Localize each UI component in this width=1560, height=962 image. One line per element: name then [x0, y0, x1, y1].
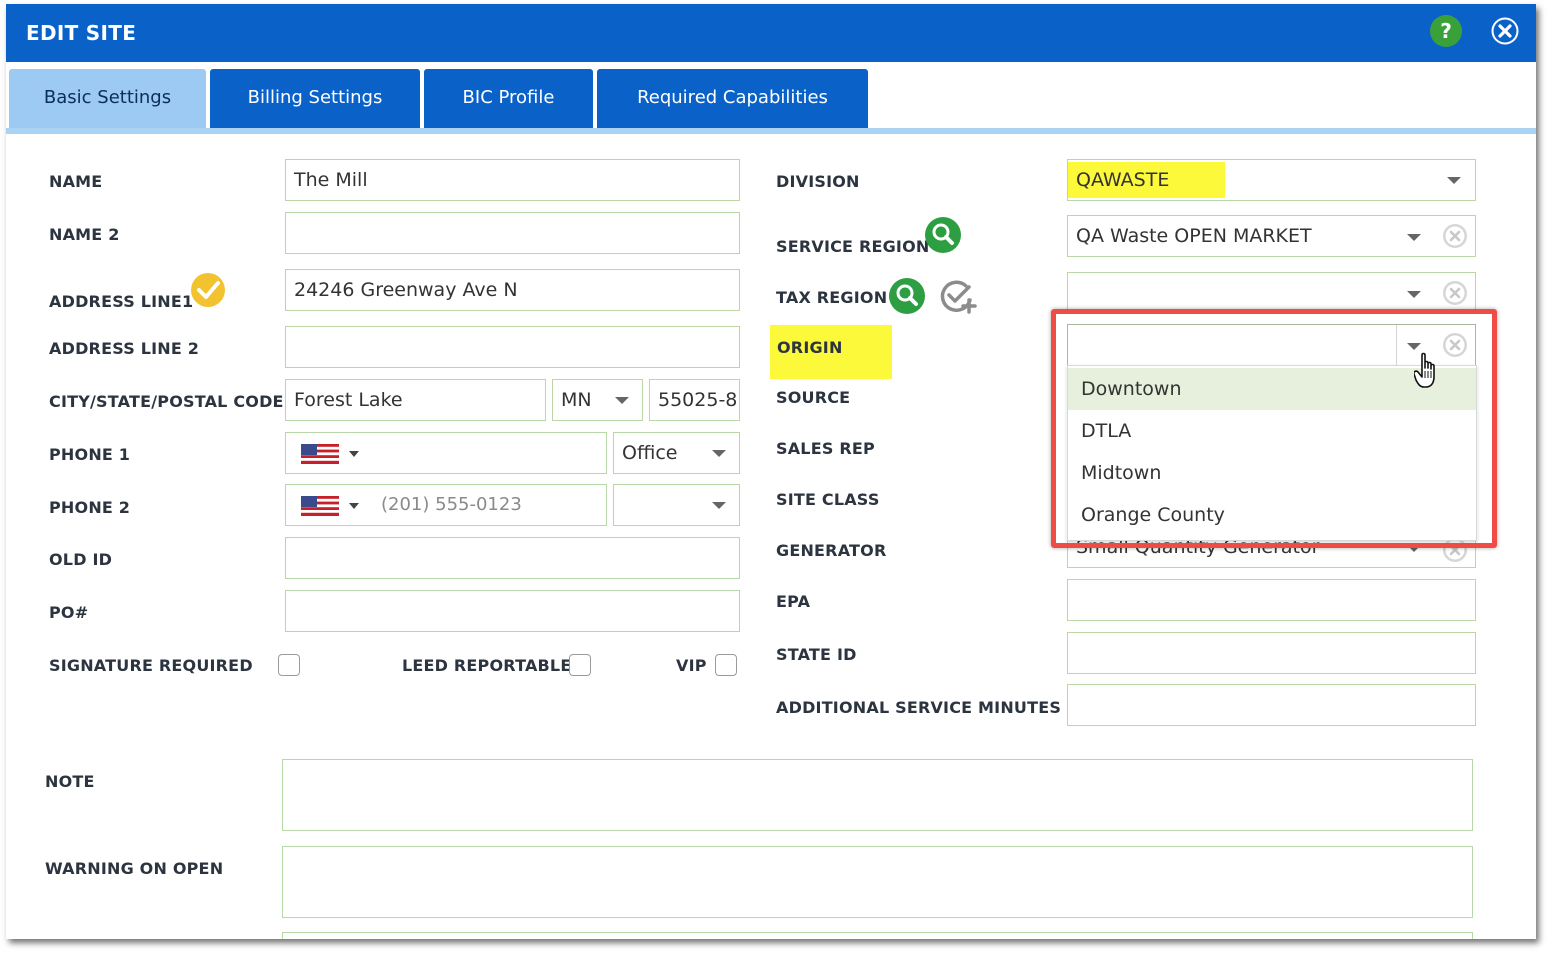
us-flag-icon: [301, 444, 339, 464]
state-id-label: STATE ID: [776, 645, 857, 664]
note-label: NOTE: [45, 772, 95, 791]
clear-icon[interactable]: [1442, 223, 1468, 249]
callout-highlight-box: [1051, 309, 1497, 548]
chevron-down-icon: [712, 502, 726, 509]
address2-label: ADDRESS LINE 2: [49, 339, 200, 358]
address1-input[interactable]: 24246 Greenway Ave N: [285, 269, 740, 311]
phone1-type-select[interactable]: Office: [613, 432, 740, 474]
phone1-type-value: Office: [622, 442, 678, 464]
signature-required-checkbox[interactable]: [278, 654, 300, 676]
city-input[interactable]: Forest Lake: [285, 379, 546, 421]
source-label: SOURCE: [776, 388, 851, 407]
clear-icon[interactable]: [1442, 280, 1468, 306]
dialog-title: EDIT SITE: [26, 21, 137, 45]
tab-bar: Basic Settings Billing Settings BIC Prof…: [6, 62, 1536, 134]
chevron-down-icon: [1447, 177, 1461, 184]
chevron-down-icon: [1407, 291, 1421, 298]
chevron-down-icon: [712, 450, 726, 457]
phone2-input[interactable]: (201) 555-0123: [285, 484, 607, 526]
po-label: PO#: [49, 603, 89, 622]
city-state-zip-label: CITY/STATE/POSTAL CODE: [49, 392, 284, 411]
next-field-edge: [282, 932, 1473, 939]
checkmark-icon: [191, 273, 225, 307]
search-icon[interactable]: [888, 277, 926, 315]
site-class-label: SITE CLASS: [776, 490, 880, 509]
epa-label: EPA: [776, 592, 811, 611]
tax-region-select[interactable]: [1067, 272, 1476, 314]
state-id-input[interactable]: [1067, 632, 1476, 674]
state-value: MN: [561, 389, 592, 411]
division-value: QAWASTE: [1068, 162, 1225, 198]
state-select[interactable]: MN: [552, 379, 643, 421]
tab-billing-settings[interactable]: Billing Settings: [210, 69, 420, 128]
phone1-label: PHONE 1: [49, 445, 131, 464]
vip-label: VIP: [676, 656, 707, 675]
vip-checkbox[interactable]: [715, 654, 737, 676]
note-textarea[interactable]: [282, 759, 1473, 831]
po-input[interactable]: [285, 590, 740, 632]
signature-required-label: SIGNATURE REQUIRED: [49, 656, 253, 675]
chevron-down-icon[interactable]: [349, 503, 359, 509]
name2-input[interactable]: [285, 212, 740, 254]
name2-label: NAME 2: [49, 225, 120, 244]
service-region-label: SERVICE REGION: [776, 237, 930, 256]
division-label: DIVISION: [776, 172, 860, 191]
address2-input[interactable]: [285, 326, 740, 368]
phone1-input[interactable]: [285, 432, 607, 474]
service-region-value: QA Waste OPEN MARKET: [1076, 225, 1312, 247]
epa-input[interactable]: [1067, 579, 1476, 621]
phone2-type-select[interactable]: [613, 484, 740, 526]
title-bar: EDIT SITE ?: [6, 4, 1536, 62]
search-icon[interactable]: [924, 216, 962, 254]
warning-on-open-textarea[interactable]: [282, 846, 1473, 918]
edit-site-dialog: EDIT SITE ? Basic Settings Billing Setti…: [6, 4, 1536, 939]
generator-label: GENERATOR: [776, 541, 887, 560]
close-icon[interactable]: [1489, 15, 1521, 47]
address1-label: ADDRESS LINE1: [49, 292, 194, 311]
phone2-label: PHONE 2: [49, 498, 131, 517]
old-id-label: OLD ID: [49, 550, 113, 569]
old-id-input[interactable]: [285, 537, 740, 579]
origin-label: ORIGIN: [777, 338, 843, 357]
chevron-down-icon: [1407, 234, 1421, 241]
help-icon[interactable]: ?: [1430, 15, 1462, 47]
name-label: NAME: [49, 172, 103, 191]
service-region-select[interactable]: QA Waste OPEN MARKET: [1067, 215, 1476, 257]
name-input[interactable]: The Mill: [285, 159, 740, 201]
add-check-icon[interactable]: [940, 278, 978, 314]
warning-on-open-label: WARNING ON OPEN: [45, 859, 224, 878]
us-flag-icon: [301, 496, 339, 516]
division-select[interactable]: QAWASTE: [1067, 159, 1476, 201]
tab-basic-settings[interactable]: Basic Settings: [9, 69, 206, 128]
zip-input[interactable]: 55025-8: [649, 379, 740, 421]
tax-region-label: TAX REGION: [776, 288, 888, 307]
leed-reportable-label: LEED REPORTABLE: [402, 656, 572, 675]
leed-reportable-checkbox[interactable]: [569, 654, 591, 676]
sales-rep-label: SALES REP: [776, 439, 875, 458]
hand-pointer-icon: [1414, 352, 1435, 388]
phone2-placeholder: (201) 555-0123: [381, 494, 522, 515]
tab-required-capabilities[interactable]: Required Capabilities: [597, 69, 868, 128]
chevron-down-icon[interactable]: [349, 451, 359, 457]
chevron-down-icon: [615, 397, 629, 404]
additional-service-minutes-input[interactable]: [1067, 684, 1476, 726]
additional-service-minutes-label: ADDITIONAL SERVICE MINUTES: [776, 698, 1062, 717]
tab-bic-profile[interactable]: BIC Profile: [424, 69, 593, 128]
